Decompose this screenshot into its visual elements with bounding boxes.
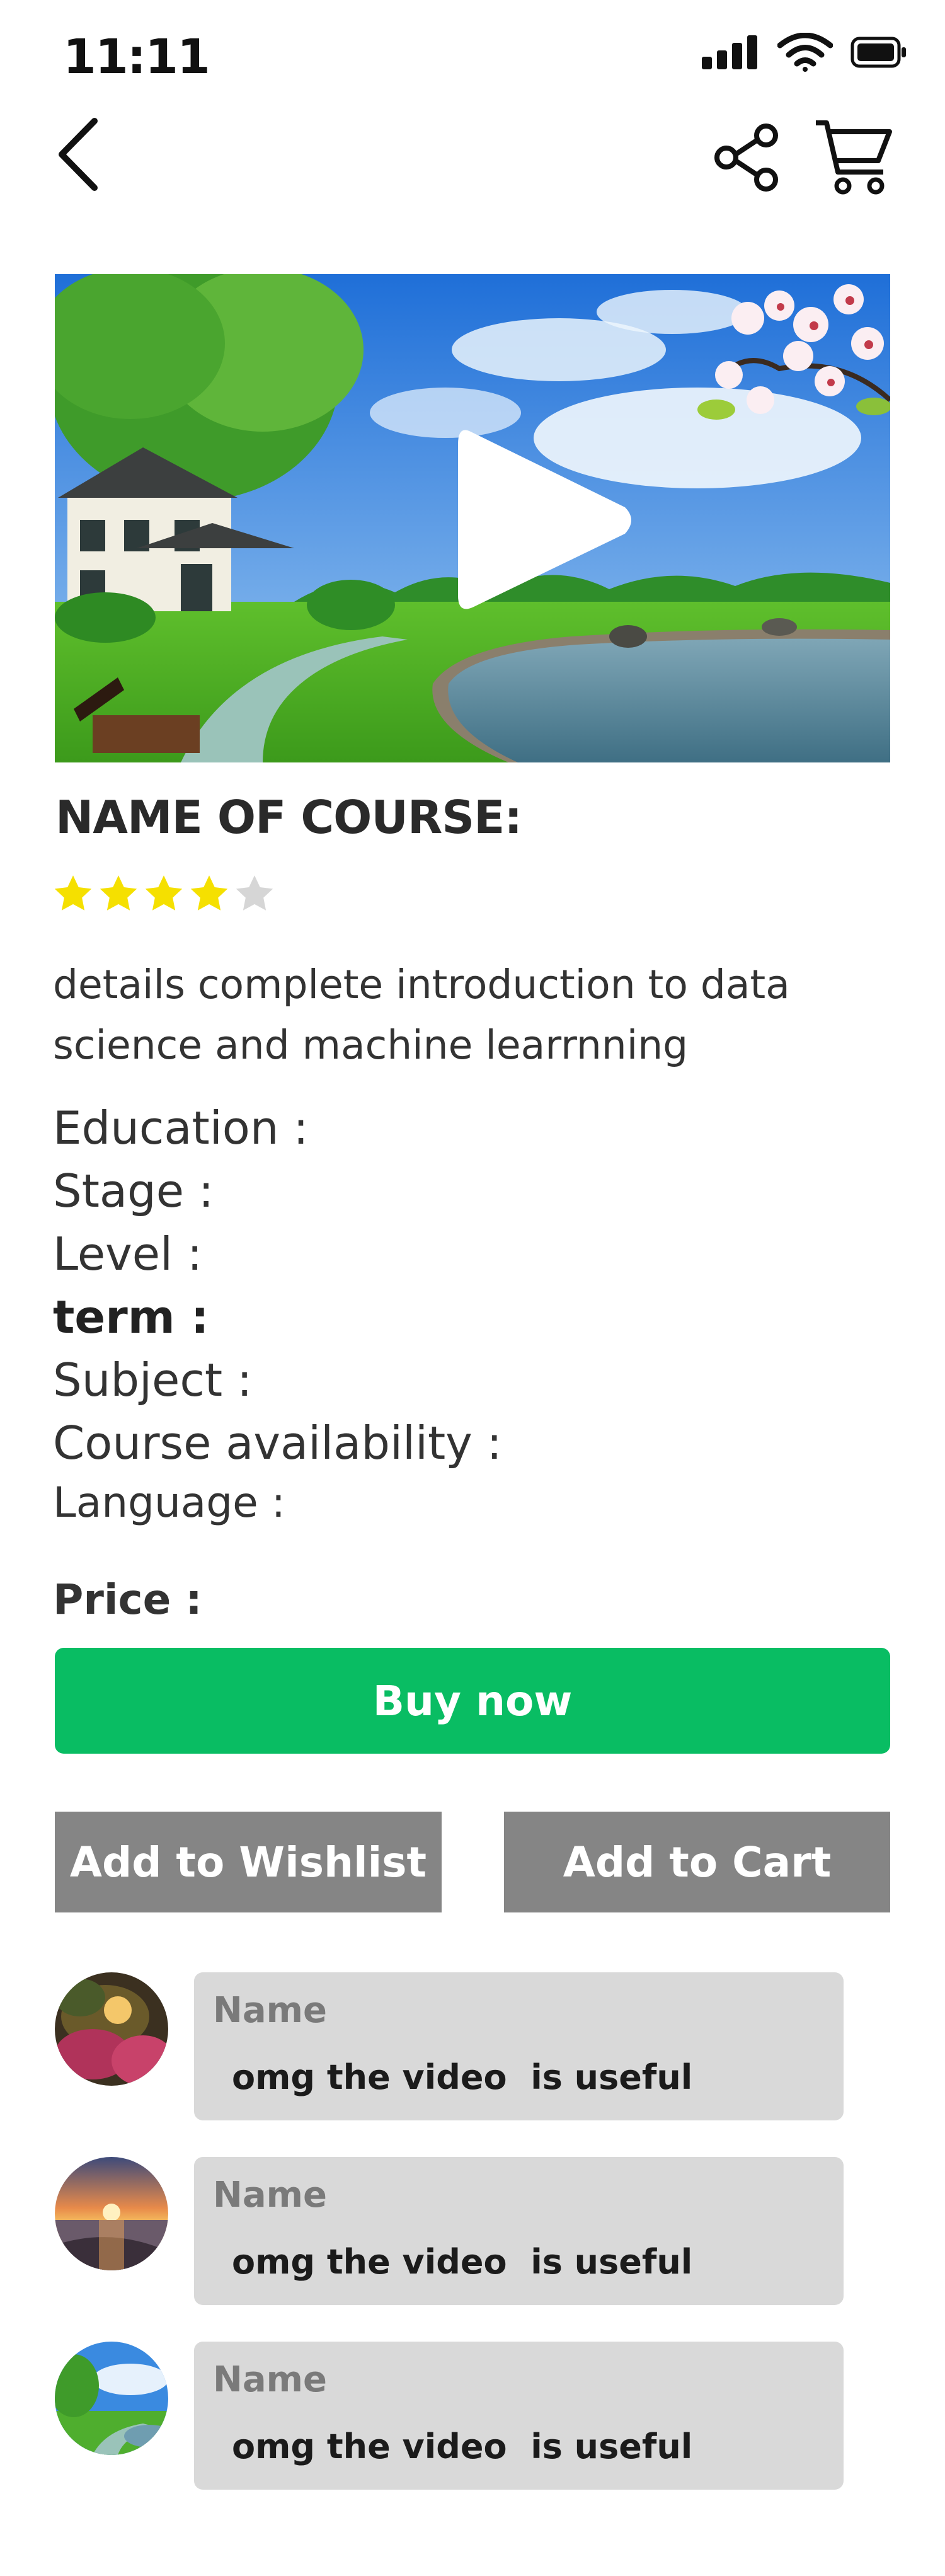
comment-item: Name omg the video is useful — [55, 2157, 844, 2308]
cart-button[interactable] — [813, 117, 895, 198]
avatar[interactable] — [55, 2157, 168, 2270]
field-availability: Course availability : — [53, 1417, 502, 1469]
add-to-cart-button[interactable]: Add to Cart — [504, 1812, 890, 1912]
comment-item: Name omg the video is useful — [55, 1972, 844, 2124]
field-education: Education : — [53, 1101, 309, 1154]
field-stage: Stage : — [53, 1164, 214, 1217]
comment-bubble: Name omg the video is useful — [194, 2157, 844, 2305]
share-icon — [714, 124, 778, 192]
star-filled-icon — [54, 875, 92, 911]
avatar[interactable] — [55, 1972, 168, 2086]
cart-icon — [816, 120, 892, 195]
field-language: Language : — [53, 1478, 285, 1527]
comment-text: omg the video is useful — [232, 2057, 693, 2097]
course-video[interactable] — [55, 274, 890, 762]
star-filled-icon — [190, 875, 228, 911]
comment-item: Name omg the video is useful — [55, 2342, 844, 2493]
comment-text: omg the video is useful — [232, 2427, 693, 2466]
course-description: details complete introduction to data sc… — [53, 962, 790, 1068]
comment-text: omg the video is useful — [232, 2242, 693, 2282]
star-filled-icon — [100, 875, 137, 911]
back-chevron-icon — [59, 118, 98, 191]
signal-icon — [702, 35, 757, 69]
comment-author: Name — [213, 1990, 327, 2031]
star-filled-icon — [145, 875, 183, 911]
buy-now-button[interactable]: Buy now — [55, 1648, 890, 1754]
avatar-image — [55, 2342, 168, 2455]
star-rating — [52, 873, 276, 916]
comment-bubble: Name omg the video is useful — [194, 2342, 844, 2490]
star-empty-icon — [236, 875, 273, 911]
field-level: Level : — [53, 1228, 203, 1280]
back-button[interactable] — [50, 113, 107, 195]
avatar-image — [55, 2157, 168, 2270]
status-icons — [702, 33, 907, 72]
play-icon[interactable] — [445, 419, 641, 621]
price-label: Price : — [53, 1575, 202, 1624]
comment-author: Name — [213, 2175, 327, 2216]
wifi-icon — [777, 33, 833, 72]
avatar[interactable] — [55, 2342, 168, 2455]
field-term: term : — [53, 1291, 209, 1343]
course-title: NAME OF COURSE: — [55, 791, 522, 844]
course-fields: Education : Stage : Level : term : Subje… — [53, 1096, 502, 1531]
add-to-wishlist-button[interactable]: Add to Wishlist — [55, 1812, 442, 1912]
battery-icon — [850, 37, 906, 68]
comment-author: Name — [213, 2359, 327, 2400]
field-subject: Subject : — [53, 1354, 253, 1406]
share-button[interactable] — [712, 123, 781, 192]
comment-bubble: Name omg the video is useful — [194, 1972, 844, 2120]
avatar-image — [55, 1972, 168, 2086]
status-time: 11:11 — [63, 28, 210, 84]
